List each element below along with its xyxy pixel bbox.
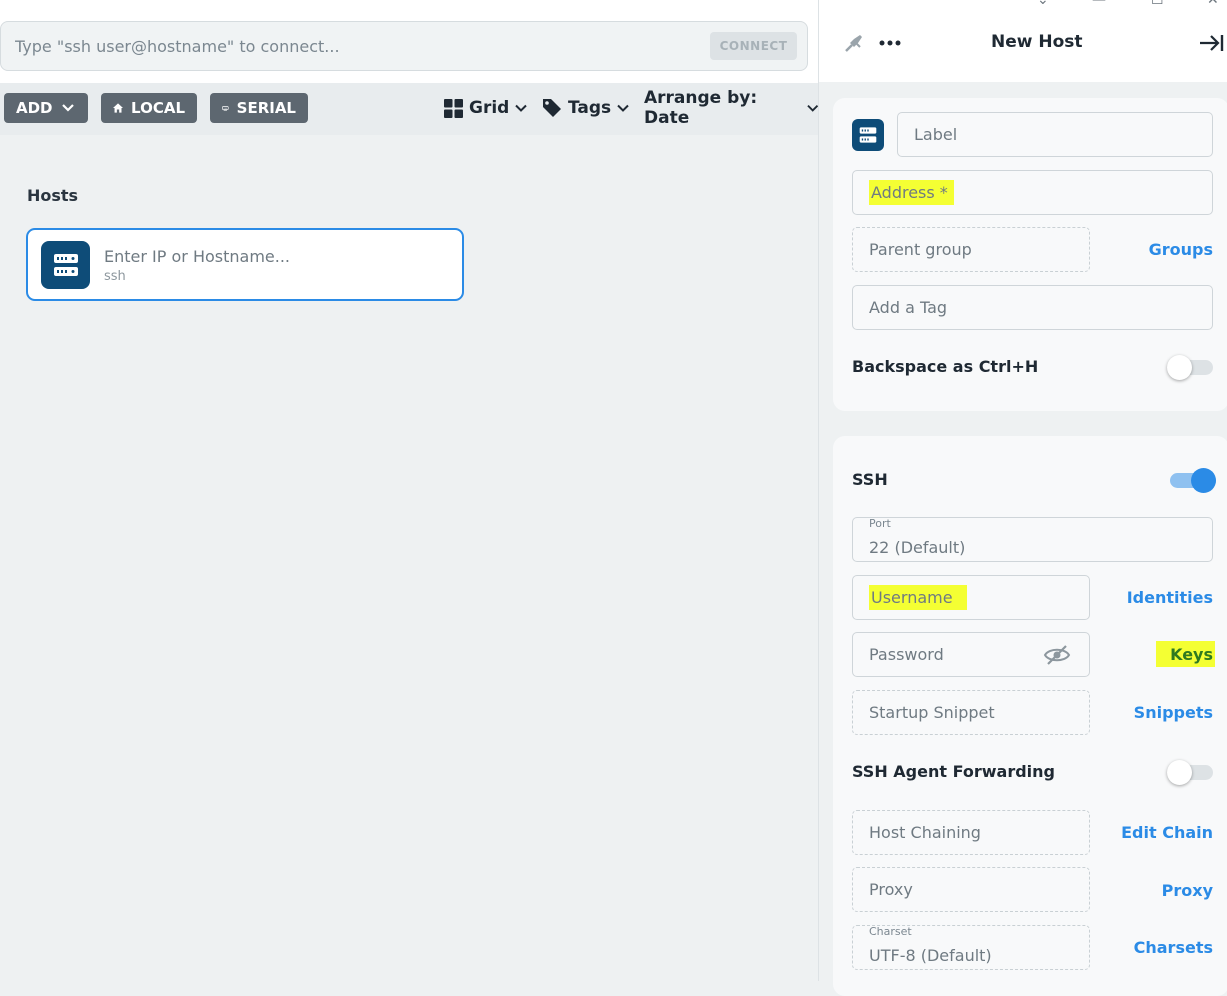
label-field[interactable] <box>897 112 1213 157</box>
agent-forwarding-label: SSH Agent Forwarding <box>852 762 1055 781</box>
add-label: ADD <box>16 99 53 117</box>
arrange-by-dropdown[interactable]: Arrange by: Date <box>644 88 818 128</box>
chevron-down-icon <box>806 104 818 112</box>
eye-off-icon[interactable] <box>1043 644 1071 666</box>
arrange-label: Arrange by: Date <box>644 88 758 128</box>
agent-forwarding-toggle[interactable] <box>1167 758 1213 786</box>
charset-label: Charset <box>869 925 912 938</box>
connect-button[interactable]: CONNECT <box>710 32 797 60</box>
ssh-section: SSH Port 22 (Default) Username Identitie… <box>833 436 1227 996</box>
parent-group-field[interactable]: Parent group <box>852 227 1090 272</box>
hosts-heading: Hosts <box>27 186 79 205</box>
tags-filter[interactable]: Tags <box>542 95 629 121</box>
host-chaining-field[interactable]: Host Chaining <box>852 810 1090 855</box>
username-field[interactable]: Username <box>852 575 1090 620</box>
panel-header: ⌄ — ☐ ✕ New Host <box>819 0 1227 82</box>
hosts-toolbar: ADD LOCAL SERIAL Grid Tags Arrange by: D… <box>0 83 818 135</box>
quick-connect-input[interactable] <box>13 32 693 60</box>
hosts-pane: CONNECT ADD LOCAL SERIAL Grid Tags Arran… <box>0 0 818 981</box>
keys-link[interactable]: Keys <box>1156 641 1215 667</box>
ssh-toggle[interactable] <box>1170 466 1216 494</box>
charset-value[interactable]: UTF-8 (Default) <box>869 946 992 965</box>
backspace-toggle[interactable] <box>1167 353 1213 381</box>
parent-group-label: Parent group <box>869 240 972 259</box>
local-button[interactable]: LOCAL <box>101 93 197 123</box>
tags-label: Tags <box>568 98 612 118</box>
startup-snippet-label: Startup Snippet <box>869 703 995 722</box>
add-button[interactable]: ADD <box>4 93 88 123</box>
tag-field[interactable] <box>852 285 1213 330</box>
tag-input[interactable] <box>869 298 1212 317</box>
home-icon <box>113 103 124 113</box>
chevron-down-icon[interactable]: ⌄ <box>1037 0 1049 8</box>
general-section: Address * Parent group Groups Backspace … <box>833 98 1227 411</box>
username-input[interactable]: Username <box>869 585 967 610</box>
port-field[interactable]: Port 22 (Default) <box>852 517 1213 562</box>
serial-button[interactable]: SERIAL <box>210 93 308 123</box>
chevron-down-icon <box>515 104 528 112</box>
password-field[interactable] <box>852 632 1090 677</box>
collapse-panel-icon[interactable] <box>1199 34 1225 52</box>
server-icon <box>41 241 90 289</box>
panel-title: New Host <box>991 32 1083 52</box>
port-value[interactable]: 22 (Default) <box>869 538 965 557</box>
charset-field[interactable]: Charset UTF-8 (Default) <box>852 925 1090 970</box>
new-host-panel: ⌄ — ☐ ✕ New Host Address * Parent group … <box>818 0 1227 996</box>
proxy-label: Proxy <box>869 880 913 899</box>
identities-link[interactable]: Identities <box>1127 588 1213 607</box>
proxy-link[interactable]: Proxy <box>1162 881 1213 900</box>
charsets-link[interactable]: Charsets <box>1134 938 1213 957</box>
ssh-label: SSH <box>852 470 888 489</box>
local-label: LOCAL <box>131 99 185 117</box>
proxy-field[interactable]: Proxy <box>852 867 1090 912</box>
groups-link[interactable]: Groups <box>1149 240 1213 259</box>
chevron-down-icon <box>61 104 74 112</box>
maximize-icon[interactable]: ☐ <box>1151 0 1164 8</box>
grid-view-toggle[interactable]: Grid <box>444 95 528 121</box>
serial-port-icon <box>222 105 229 111</box>
address-input[interactable]: Address * <box>869 180 954 205</box>
close-icon[interactable]: ✕ <box>1207 0 1219 8</box>
new-host-card[interactable]: ssh <box>26 228 464 301</box>
hostname-input[interactable] <box>104 244 444 268</box>
host-chaining-label: Host Chaining <box>869 823 981 842</box>
server-icon <box>852 119 884 151</box>
port-label: Port <box>869 517 891 530</box>
quick-connect-bar: CONNECT <box>0 21 808 71</box>
grid-icon <box>444 98 463 118</box>
more-options-icon[interactable] <box>879 40 901 46</box>
chevron-down-icon <box>617 104 629 112</box>
connect-plug-icon[interactable] <box>843 32 865 54</box>
serial-label: SERIAL <box>236 99 296 117</box>
minimize-icon[interactable]: — <box>1092 0 1106 8</box>
edit-chain-link[interactable]: Edit Chain <box>1121 823 1213 842</box>
backspace-label: Backspace as Ctrl+H <box>852 357 1039 376</box>
snippets-link[interactable]: Snippets <box>1134 703 1213 722</box>
host-protocol: ssh <box>104 269 126 284</box>
label-input[interactable] <box>914 125 1212 144</box>
startup-snippet-field[interactable]: Startup Snippet <box>852 690 1090 735</box>
grid-label: Grid <box>469 98 510 118</box>
address-field[interactable]: Address * <box>852 170 1213 215</box>
tag-icon <box>543 99 561 117</box>
